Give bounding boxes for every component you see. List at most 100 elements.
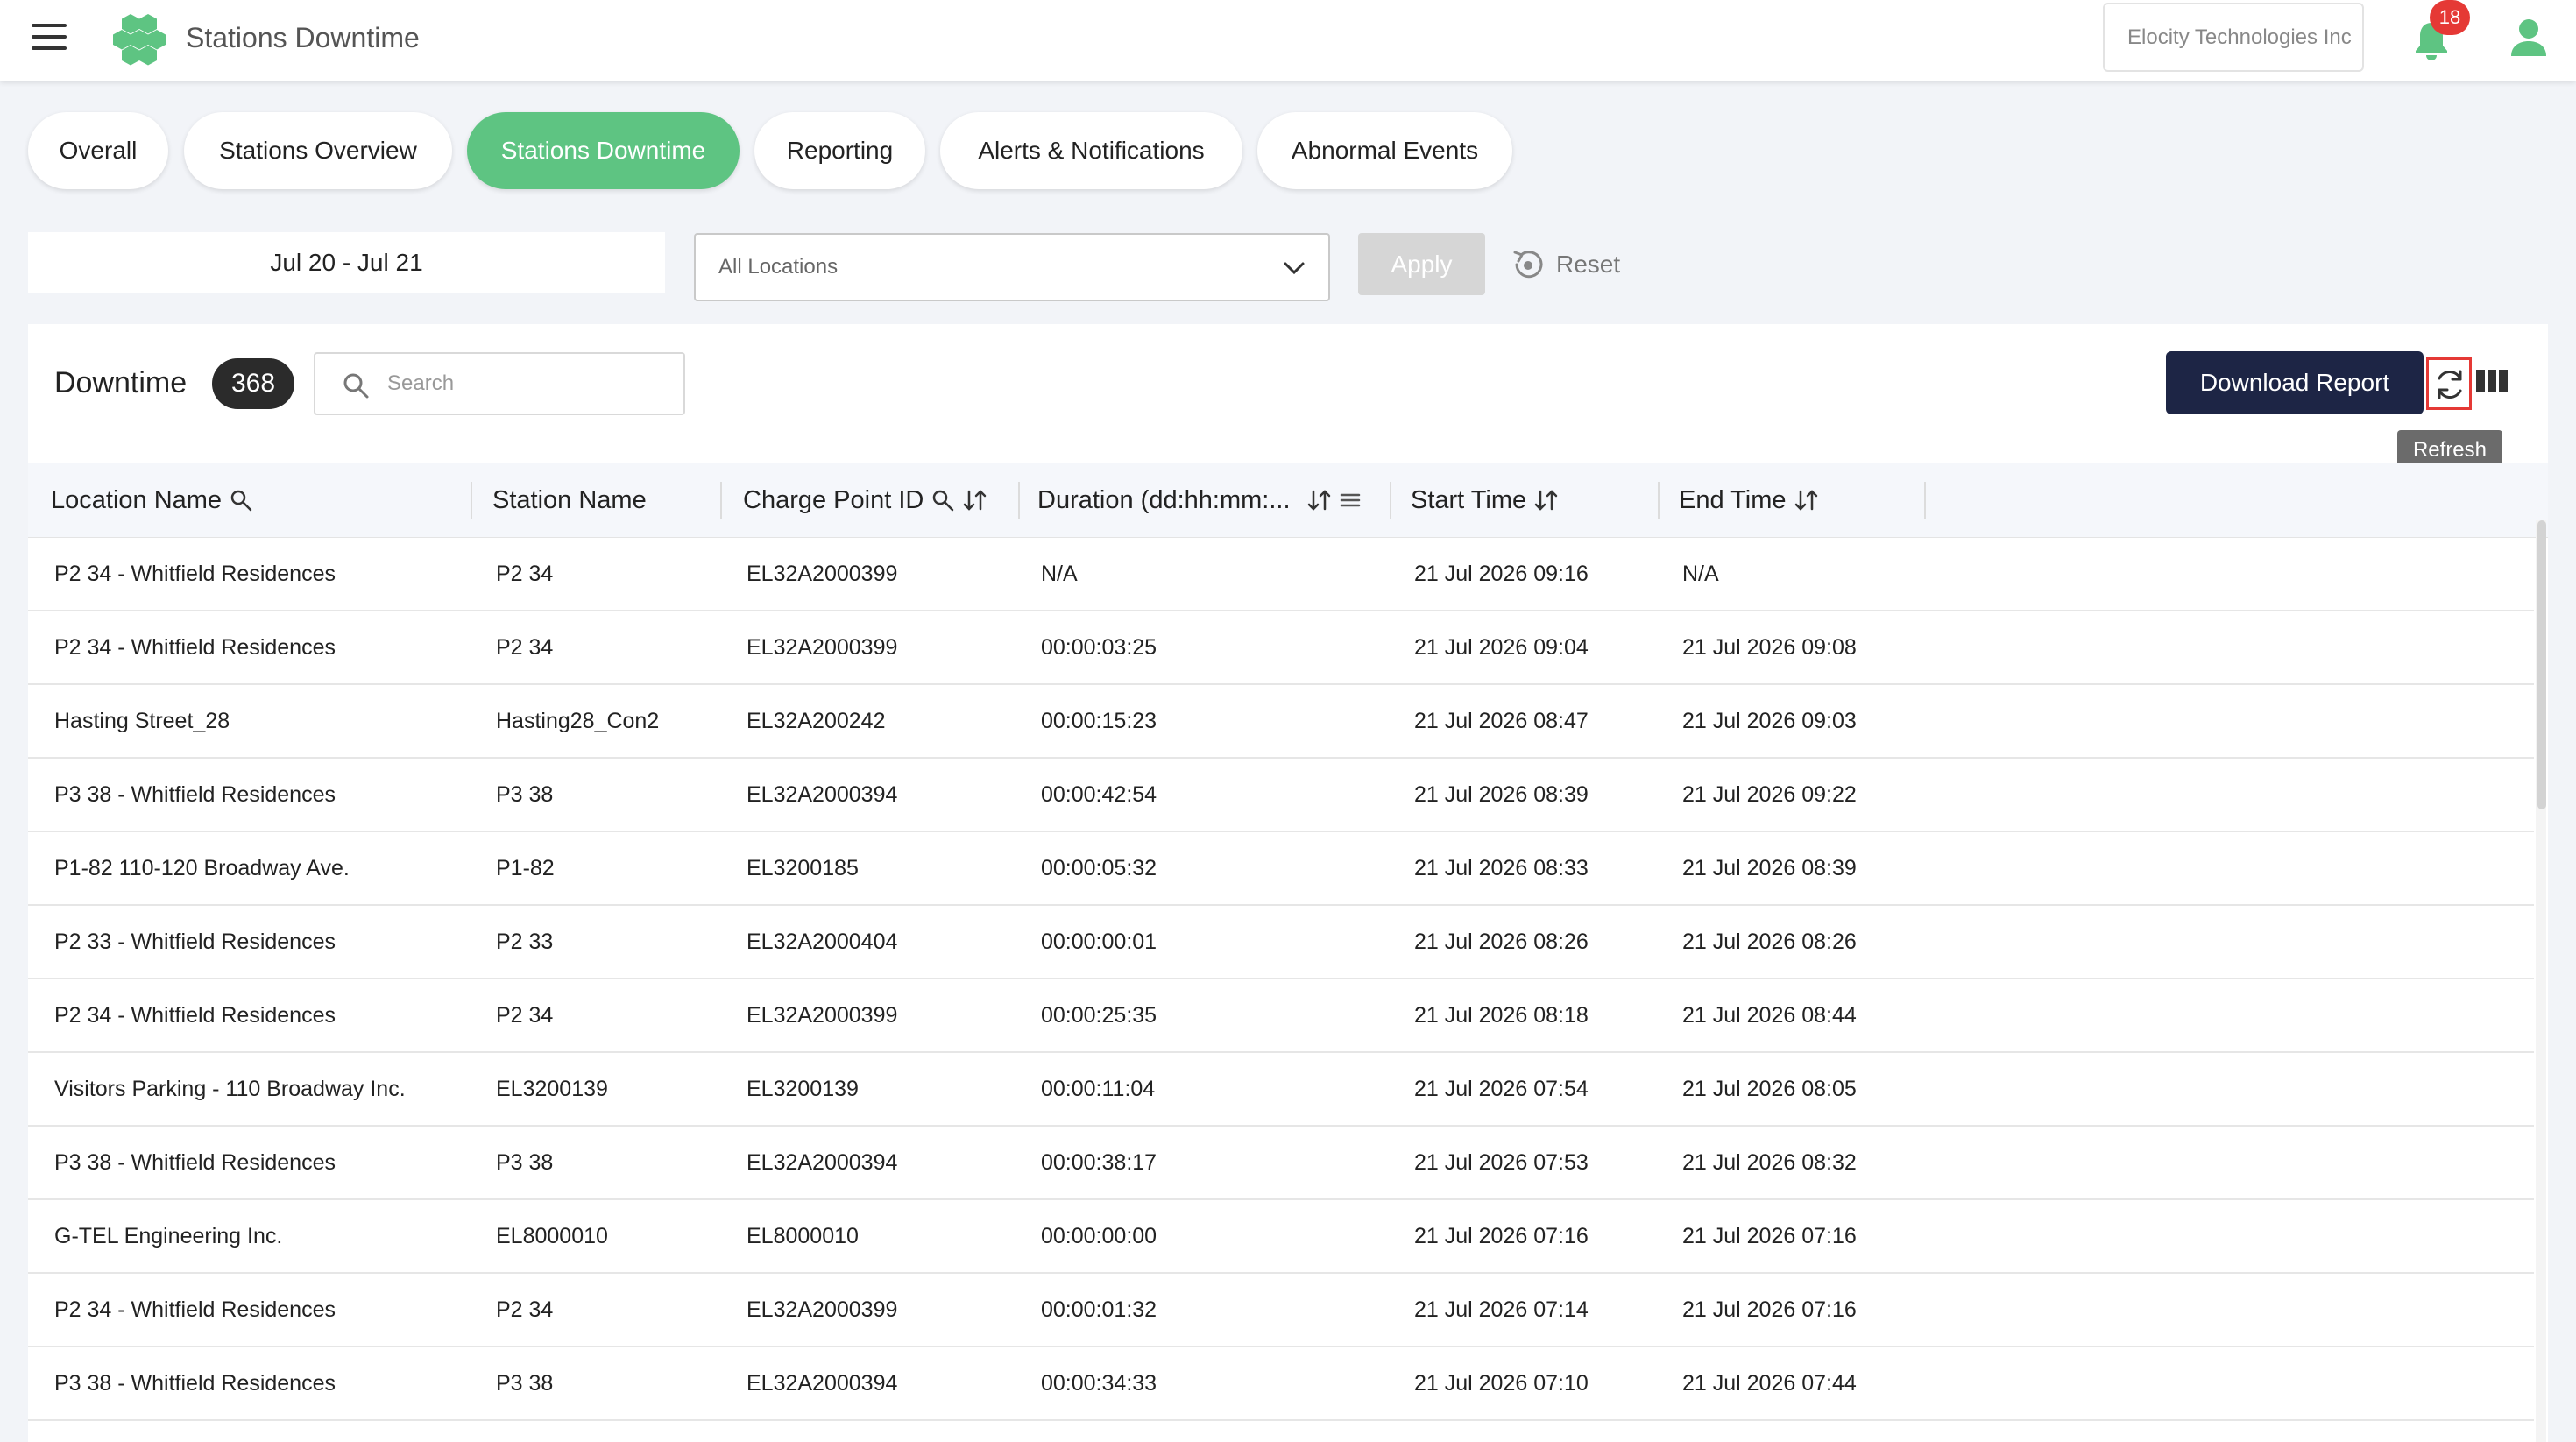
cell-duration: 00:00:42:54 (1041, 782, 1157, 807)
column-divider (471, 482, 472, 519)
cell-duration: 00:00:11:04 (1041, 1077, 1156, 1101)
cell-location-name: P2 33 - Whitfield Residences (54, 930, 336, 954)
tab-stations-overview[interactable]: Stations Overview (184, 112, 452, 189)
column-header-charge-point-id[interactable]: Charge Point ID (743, 463, 988, 538)
apply-button[interactable]: Apply (1358, 233, 1485, 295)
cell-start-time: 21 Jul 2026 07:10 (1414, 1371, 1589, 1396)
column-divider (1924, 482, 1926, 519)
organization-selector[interactable]: Elocity Technologies Inc (2103, 3, 2364, 72)
cell-duration: 00:00:03:25 (1041, 635, 1157, 660)
reset-button[interactable]: Reset (1511, 244, 1620, 286)
table-row[interactable]: Hasting Street_28 Hasting28_Con2 EL32A2002… (28, 685, 2534, 759)
table-row[interactable]: P2 33 - Whitfield Residences P2 33 EL32A20… (28, 906, 2534, 979)
table-row[interactable]: P3 38 - Whitfield Residences P3 38 EL32A20… (28, 1127, 2534, 1200)
column-header-label: Charge Point ID (743, 486, 924, 514)
cell-end-time: 21 Jul 2026 09:03 (1682, 709, 1857, 733)
cell-duration: 00:00:25:35 (1041, 1003, 1157, 1028)
tab-alerts-notifications[interactable]: Alerts & Notifications (940, 112, 1242, 189)
panel-title: Downtime (54, 366, 188, 399)
table-row[interactable]: P3 38 - Whitfield Residences P3 38 EL32A20… (28, 759, 2534, 832)
table-row[interactable]: Visitors Parking - 110 Broadway Inc. EL32… (28, 1053, 2534, 1127)
cell-end-time: 21 Jul 2026 08:39 (1682, 856, 1857, 880)
column-header-station-name[interactable]: Station Name (492, 463, 647, 538)
column-search-icon[interactable] (229, 488, 253, 512)
tab-stations-downtime[interactable]: Stations Downtime (467, 112, 740, 189)
cell-charge-point-id: EL8000010 (747, 1224, 859, 1248)
cell-end-time: N/A (1682, 562, 1719, 586)
cell-start-time: 21 Jul 2026 07:54 (1414, 1077, 1589, 1101)
user-icon[interactable] (2509, 18, 2548, 58)
search-box[interactable] (314, 352, 685, 415)
column-header-duration[interactable]: Duration (dd:hh:mm:... (1037, 463, 1361, 538)
columns-icon[interactable] (2476, 368, 2508, 394)
cell-location-name: G-TEL Engineering Inc. (54, 1224, 283, 1248)
tab-reporting[interactable]: Reporting (754, 112, 925, 189)
table-row[interactable]: G-TEL Engineering Inc. EL8000010 EL8000010… (28, 1200, 2534, 1274)
tab-overall[interactable]: Overall (28, 112, 168, 189)
search-input[interactable] (387, 363, 668, 405)
column-header-start-time[interactable]: Start Time (1411, 463, 1560, 538)
cell-duration: 00:00:38:17 (1041, 1150, 1157, 1175)
cell-start-time: 21 Jul 2026 08:18 (1414, 1003, 1589, 1028)
cell-charge-point-id: EL32A2000394 (747, 1150, 898, 1175)
location-select[interactable]: All Locations (694, 233, 1330, 301)
date-range-picker[interactable]: Jul 20 - Jul 21 (28, 232, 665, 293)
cell-charge-point-id: EL32A2000394 (747, 782, 898, 807)
cell-station-name: Hasting28_Con2 (496, 709, 660, 733)
table-row[interactable]: P2 34 - Whitfield Residences P2 34 EL32A20… (28, 1274, 2534, 1347)
cell-duration: 00:00:00:00 (1041, 1224, 1157, 1248)
page-title: Stations Downtime (186, 22, 420, 53)
cell-duration: N/A (1041, 562, 1078, 586)
cell-duration: 00:00:05:32 (1041, 856, 1157, 880)
cell-charge-point-id: EL3200185 (747, 856, 859, 880)
cell-end-time: 21 Jul 2026 08:26 (1682, 930, 1857, 954)
cell-location-name: P2 34 - Whitfield Residences (54, 1003, 336, 1028)
refresh-button[interactable] (2426, 357, 2472, 410)
cell-location-name: P2 34 - Whitfield Residences (54, 562, 336, 586)
top-header: Stations Downtime Elocity Technologies I… (0, 0, 2576, 81)
downtime-panel: Downtime 368 Download Report Refresh Loc… (28, 324, 2548, 1442)
cell-station-name: P2 34 (496, 562, 554, 586)
cell-charge-point-id: EL32A2000399 (747, 635, 898, 660)
table-header: Location Name Station Name Charge Point … (28, 463, 2548, 538)
sort-icon[interactable] (962, 488, 988, 512)
cell-charge-point-id: EL32A2000399 (747, 562, 898, 586)
cell-location-name: P1-82 110-120 Broadway Ave. (54, 856, 350, 880)
sort-icon[interactable] (1306, 488, 1333, 512)
cell-duration: 00:00:01:32 (1041, 1297, 1157, 1322)
column-search-icon[interactable] (931, 488, 955, 512)
menu-icon[interactable] (32, 24, 67, 50)
scrollbar-thumb[interactable] (2537, 520, 2546, 809)
cell-end-time: 21 Jul 2026 08:05 (1682, 1077, 1857, 1101)
table-row[interactable]: P1-82 110-120 Broadway Ave. P1-82 EL320018… (28, 832, 2534, 906)
column-menu-icon[interactable] (1340, 488, 1361, 512)
column-header-label: Location Name (51, 486, 223, 514)
tab-abnormal-events[interactable]: Abnormal Events (1257, 112, 1512, 189)
column-header-location-name[interactable]: Location Name (51, 463, 253, 538)
cell-end-time: 21 Jul 2026 08:44 (1682, 1003, 1857, 1028)
column-header-end-time[interactable]: End Time (1679, 463, 1820, 538)
cell-start-time: 21 Jul 2026 07:53 (1414, 1150, 1589, 1175)
sort-icon[interactable] (1794, 488, 1820, 512)
sort-icon[interactable] (1533, 488, 1560, 512)
cell-duration: 00:00:00:01 (1041, 930, 1157, 954)
reset-icon (1513, 251, 1543, 279)
table-row[interactable]: P2 34 - Whitfield Residences P2 34 EL32A20… (28, 979, 2534, 1053)
cell-start-time: 21 Jul 2026 07:14 (1414, 1297, 1589, 1322)
cell-location-name: P3 38 - Whitfield Residences (54, 1371, 336, 1396)
cell-start-time: 21 Jul 2026 09:04 (1414, 635, 1589, 660)
cell-end-time: 21 Jul 2026 07:44 (1682, 1371, 1857, 1396)
cell-charge-point-id: EL32A2000404 (747, 930, 898, 954)
column-divider (1018, 482, 1020, 519)
cell-start-time: 21 Jul 2026 08:26 (1414, 930, 1589, 954)
count-badge: 368 (212, 358, 294, 409)
table-row[interactable]: P2 34 - Whitfield Residences P2 34 EL32A20… (28, 538, 2534, 611)
download-report-button[interactable]: Download Report (2166, 351, 2424, 414)
search-icon (343, 373, 369, 399)
cell-end-time: 21 Jul 2026 09:08 (1682, 635, 1857, 660)
table-row[interactable]: P2 34 - Whitfield Residences P2 34 EL32A20… (28, 611, 2534, 685)
cell-end-time: 21 Jul 2026 08:32 (1682, 1150, 1857, 1175)
table-row[interactable]: P3 38 - Whitfield Residences P3 38 EL32A20… (28, 1347, 2534, 1421)
column-header-label: Duration (dd:hh:mm:... (1037, 486, 1291, 514)
reset-label: Reset (1556, 251, 1621, 278)
